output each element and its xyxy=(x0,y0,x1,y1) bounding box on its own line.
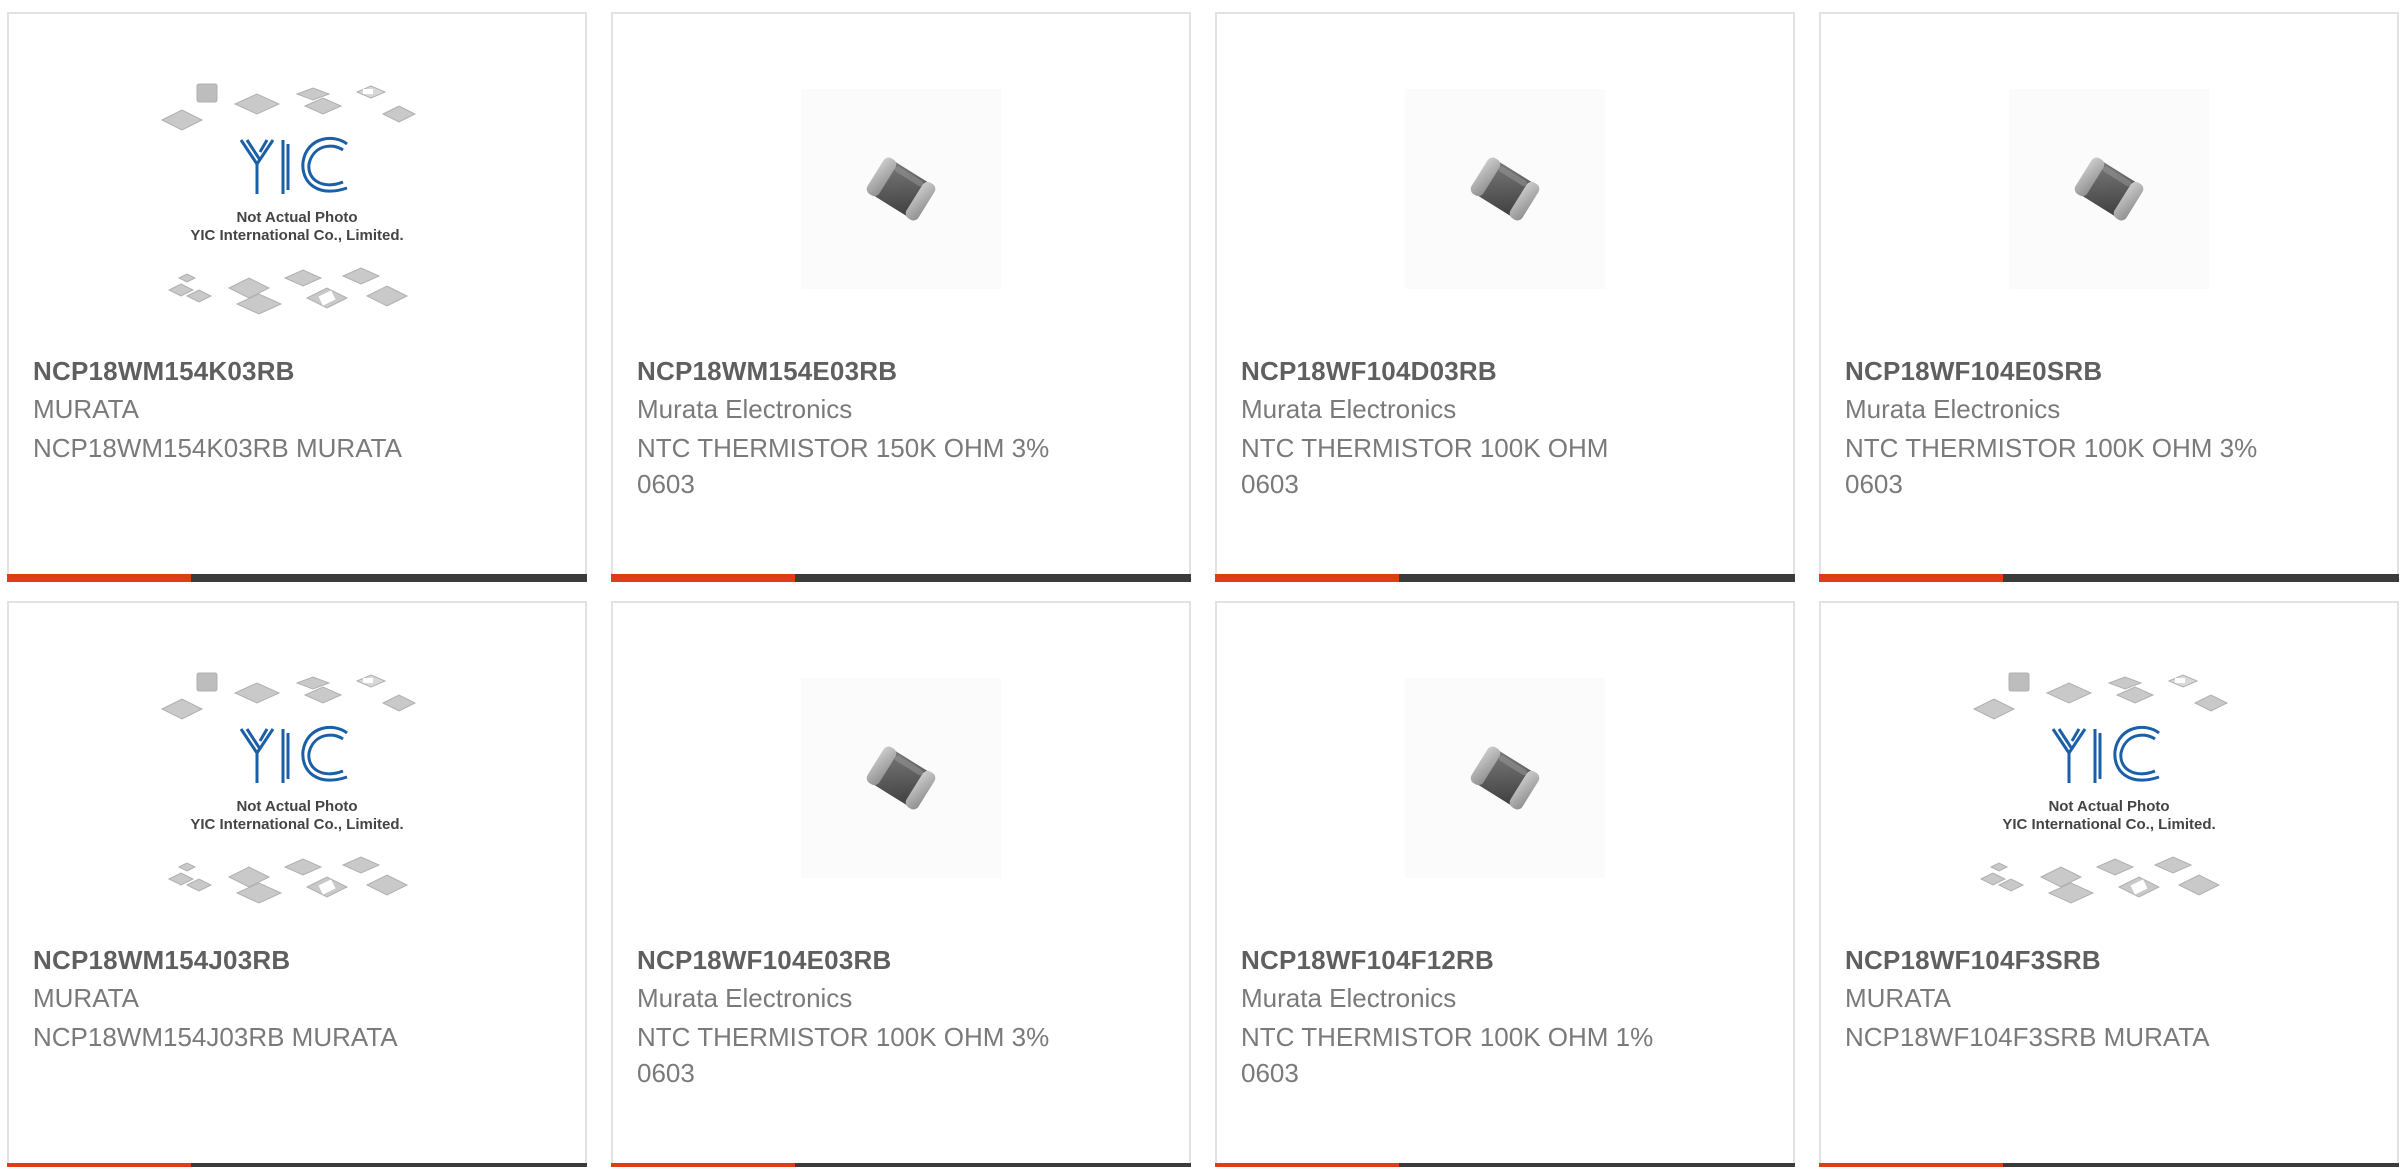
card-accent-stripe xyxy=(611,574,795,582)
product-manufacturer: MURATA xyxy=(33,983,139,1013)
product-description: NCP18WM154J03RB MURATA xyxy=(33,1022,398,1052)
product-description: NTC THERMISTOR 100K OHM 1% 0603 xyxy=(1241,1022,1654,1088)
not-actual-photo-image[interactable]: Not Actual Photo YIC International Co., … xyxy=(157,82,437,332)
not-actual-photo-image[interactable]: Not Actual Photo YIC International Co., … xyxy=(1969,671,2249,921)
card-accent-stripe xyxy=(1215,1163,1399,1167)
product-manufacturer: MURATA xyxy=(1845,983,1951,1013)
product-card[interactable]: NCP18WF104E03RB Murata Electronics NTC THE… xyxy=(611,601,1191,1167)
product-chip-image[interactable] xyxy=(2009,89,2209,289)
card-bottom-bar xyxy=(1215,1163,1795,1167)
product-part-number[interactable]: NCP18WM154K03RB xyxy=(33,356,295,387)
product-description: NTC THERMISTOR 100K OHM 3% 0603 xyxy=(1845,433,2258,499)
placeholder-caption-1: Not Actual Photo xyxy=(236,209,357,226)
product-card[interactable]: Not Actual Photo YIC International Co., … xyxy=(1819,601,2399,1167)
product-card[interactable]: NCP18WF104D03RB Murata Electronics NTC THE… xyxy=(1215,12,1795,582)
card-accent-stripe xyxy=(7,1163,191,1167)
card-bottom-bar xyxy=(1215,574,1795,582)
card-bottom-bar xyxy=(7,574,587,582)
product-description: NTC THERMISTOR 100K OHM 0603 xyxy=(1241,433,1609,499)
card-accent-stripe xyxy=(1819,1163,2003,1167)
product-card[interactable]: NCP18WF104E0SRB Murata Electronics NTC THE… xyxy=(1819,12,2399,582)
placeholder-caption-2: YIC International Co., Limited. xyxy=(190,227,403,244)
product-part-number[interactable]: NCP18WF104D03RB xyxy=(1241,356,1497,387)
product-manufacturer: MURATA xyxy=(33,394,139,424)
product-chip-image[interactable] xyxy=(1405,678,1605,878)
product-part-number[interactable]: NCP18WF104F12RB xyxy=(1241,945,1494,976)
product-card[interactable]: NCP18WF104F12RB Murata Electronics NTC THE… xyxy=(1215,601,1795,1167)
product-manufacturer: Murata Electronics xyxy=(637,394,853,424)
placeholder-caption-1: Not Actual Photo xyxy=(2048,798,2169,815)
product-description: NCP18WF104F3SRB MURATA xyxy=(1845,1022,2210,1052)
not-actual-photo-image[interactable]: Not Actual Photo YIC International Co., … xyxy=(157,671,437,921)
product-manufacturer: Murata Electronics xyxy=(1241,394,1457,424)
product-part-number[interactable]: NCP18WF104F3SRB xyxy=(1845,945,2101,976)
product-chip-image[interactable] xyxy=(801,678,1001,878)
card-bottom-bar xyxy=(611,574,1191,582)
card-bottom-bar xyxy=(7,1163,587,1167)
placeholder-caption-1: Not Actual Photo xyxy=(236,798,357,815)
product-part-number[interactable]: NCP18WF104E03RB xyxy=(637,945,891,976)
product-description: NTC THERMISTOR 150K OHM 3% 0603 xyxy=(637,433,1050,499)
product-manufacturer: Murata Electronics xyxy=(637,983,853,1013)
product-part-number[interactable]: NCP18WM154J03RB xyxy=(33,945,290,976)
product-description: NTC THERMISTOR 100K OHM 3% 0603 xyxy=(637,1022,1050,1088)
product-manufacturer: Murata Electronics xyxy=(1845,394,2061,424)
product-grid: Not Actual Photo YIC International Co., … xyxy=(0,0,2400,1167)
card-accent-stripe xyxy=(1215,574,1399,582)
product-part-number[interactable]: NCP18WF104E0SRB xyxy=(1845,356,2102,387)
product-card[interactable]: NCP18WM154E03RB Murata Electronics NTC THE… xyxy=(611,12,1191,582)
card-accent-stripe xyxy=(611,1163,795,1167)
product-manufacturer: Murata Electronics xyxy=(1241,983,1457,1013)
card-bottom-bar xyxy=(1819,1163,2399,1167)
product-part-number[interactable]: NCP18WM154E03RB xyxy=(637,356,897,387)
placeholder-caption-2: YIC International Co., Limited. xyxy=(190,816,403,833)
card-bottom-bar xyxy=(611,1163,1191,1167)
product-description: NCP18WM154K03RB MURATA xyxy=(33,433,402,463)
product-chip-image[interactable] xyxy=(1405,89,1605,289)
product-card[interactable]: Not Actual Photo YIC International Co., … xyxy=(7,601,587,1167)
product-card[interactable]: Not Actual Photo YIC International Co., … xyxy=(7,12,587,582)
card-accent-stripe xyxy=(7,574,191,582)
card-bottom-bar xyxy=(1819,574,2399,582)
card-accent-stripe xyxy=(1819,574,2003,582)
product-chip-image[interactable] xyxy=(801,89,1001,289)
placeholder-caption-2: YIC International Co., Limited. xyxy=(2002,816,2215,833)
